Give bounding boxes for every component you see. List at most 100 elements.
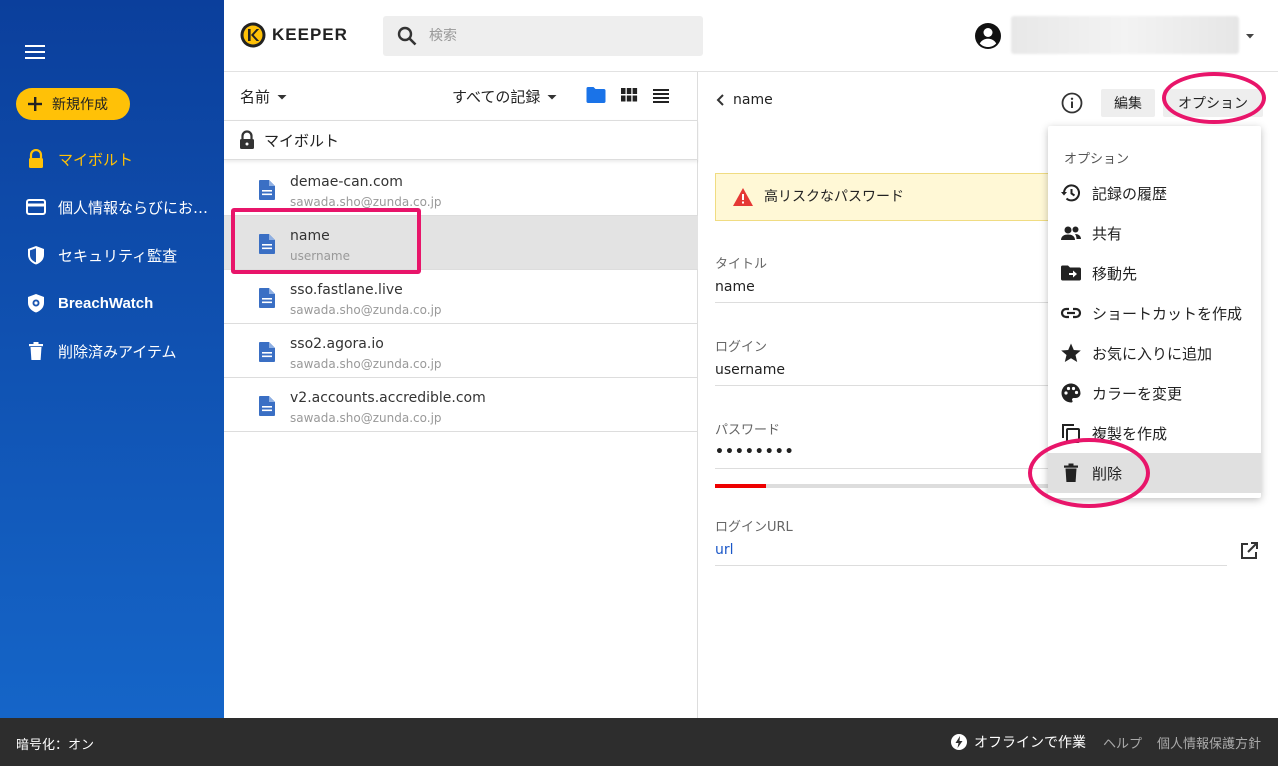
filter-dropdown[interactable]: すべての記録	[452, 86, 558, 107]
menu-item-move[interactable]: 移動先	[1048, 253, 1261, 293]
search-bar[interactable]	[383, 16, 703, 56]
options-menu-header: オプション	[1064, 152, 1130, 167]
new-record-button[interactable]: 新規作成	[16, 88, 130, 120]
record-title: sso.fastlane.live	[290, 282, 403, 298]
document-icon	[258, 179, 278, 201]
password-strength-bar	[715, 484, 1055, 488]
password-field-value[interactable]: ••••••••	[715, 444, 795, 460]
menu-item-label: 共有	[1092, 224, 1123, 243]
shield-icon	[26, 245, 46, 265]
menu-item-label: 移動先	[1092, 264, 1138, 283]
sidebar-item-security-audit[interactable]: セキュリティ監査	[0, 235, 224, 275]
warning-text: 高リスクなパスワード	[764, 189, 904, 205]
keeper-logo-icon	[240, 22, 266, 48]
footer-bar: 暗号化：オン オフラインで作業 ヘルプ 個人情報保護方針	[0, 718, 1278, 766]
record-list-panel: 名前 すべての記録 マイボルト demae-can.com sawada.sho@…	[224, 72, 698, 718]
url-field-label: ログインURL	[715, 520, 793, 535]
sidebar-item-label: マイボルト	[58, 150, 134, 169]
folder-view-icon[interactable]	[586, 86, 606, 104]
palette-icon	[1060, 382, 1082, 404]
keeper-logo: KEEPER	[240, 22, 348, 48]
sort-dropdown[interactable]: 名前	[240, 86, 288, 107]
menu-item-label: ショートカットを作成	[1092, 304, 1243, 323]
sort-label: 名前	[240, 88, 271, 106]
open-external-icon[interactable]	[1239, 541, 1259, 561]
record-subtitle: sawada.sho@zunda.co.jp	[290, 357, 442, 371]
sidebar-item-personal-info[interactable]: 個人情報ならびにお支払い	[0, 187, 224, 227]
top-bar: KEEPER	[224, 0, 1278, 72]
warning-icon	[732, 187, 754, 207]
menu-item-share[interactable]: 共有	[1048, 213, 1261, 253]
share-people-icon	[1060, 222, 1082, 244]
login-field-value[interactable]: username	[715, 362, 785, 378]
list-header: 名前 すべての記録	[224, 72, 698, 120]
move-folder-icon	[1060, 262, 1082, 284]
account-email-blurred[interactable]	[1011, 16, 1239, 54]
caret-down-icon	[276, 91, 288, 103]
vault-label: マイボルト	[264, 131, 340, 150]
login-field-label: ログイン	[715, 340, 768, 355]
trash-icon	[26, 341, 46, 361]
bolt-icon	[950, 733, 968, 751]
menu-icon[interactable]	[24, 42, 48, 62]
filter-label: すべての記録	[452, 88, 541, 106]
new-record-label: 新規作成	[52, 97, 108, 113]
list-view-icon[interactable]	[652, 86, 670, 104]
search-icon	[397, 26, 417, 46]
sidebar-item-deleted[interactable]: 削除済みアイテム	[0, 331, 224, 371]
record-row[interactable]: sso2.agora.io sawada.sho@zunda.co.jp	[224, 324, 698, 378]
record-title: v2.accounts.accredible.com	[290, 390, 486, 406]
record-row[interactable]: v2.accounts.accredible.com sawada.sho@zun…	[224, 378, 698, 432]
menu-item-label: カラーを変更	[1092, 384, 1183, 403]
encryption-status: 暗号化：オン	[16, 738, 95, 753]
view-toggle-group	[586, 86, 670, 104]
help-link[interactable]: ヘルプ	[1103, 733, 1142, 752]
record-title: demae-can.com	[290, 174, 403, 190]
url-field-value[interactable]: url	[715, 542, 734, 558]
password-strength-fill	[715, 484, 766, 488]
grid-view-icon[interactable]	[620, 86, 638, 104]
link-icon	[1060, 302, 1082, 324]
highlight-selected-record	[231, 208, 421, 274]
lock-icon	[238, 130, 256, 150]
record-subtitle: sawada.sho@zunda.co.jp	[290, 411, 442, 425]
search-input[interactable]	[429, 28, 679, 44]
account-icon[interactable]	[974, 22, 1002, 50]
edit-button[interactable]: 編集	[1101, 89, 1155, 117]
sidebar-item-breachwatch[interactable]: BreachWatch	[0, 283, 224, 323]
record-name: name	[733, 92, 773, 108]
highlight-options-button	[1162, 72, 1266, 124]
record-row[interactable]: sso.fastlane.live sawada.sho@zunda.co.jp	[224, 270, 698, 324]
star-icon	[1060, 342, 1082, 364]
privacy-policy-link[interactable]: 個人情報保護方針	[1157, 733, 1261, 752]
menu-item-change-color[interactable]: カラーを変更	[1048, 373, 1261, 413]
offline-label: オフラインで作業	[974, 735, 1086, 751]
sidebar-item-label: 個人情報ならびにお支払い	[58, 198, 218, 217]
divider	[715, 565, 1227, 566]
menu-item-favorite[interactable]: お気に入りに追加	[1048, 333, 1261, 373]
chevron-left-icon	[715, 93, 725, 107]
plus-icon	[26, 95, 44, 113]
breachwatch-icon	[26, 293, 46, 313]
record-subtitle: sawada.sho@zunda.co.jp	[290, 303, 442, 317]
menu-item-history[interactable]: 記録の履歴	[1048, 173, 1261, 213]
sidebar-item-label: BreachWatch	[58, 294, 154, 312]
menu-item-shortcut[interactable]: ショートカットを作成	[1048, 293, 1261, 333]
lock-icon	[26, 149, 46, 169]
account-dropdown-icon[interactable]	[1244, 30, 1256, 42]
document-icon	[258, 395, 278, 417]
title-field-value: name	[715, 279, 755, 295]
menu-item-label: お気に入りに追加	[1092, 344, 1213, 363]
sidebar: 新規作成 マイボルト 個人情報ならびにお支払い セキュリティ監査 BreachW…	[0, 0, 224, 718]
back-button[interactable]: name	[715, 92, 773, 108]
sidebar-item-my-vault[interactable]: マイボルト	[0, 139, 224, 179]
info-icon[interactable]	[1061, 92, 1083, 114]
vault-folder-row[interactable]: マイボルト	[224, 120, 698, 160]
sidebar-item-label: 削除済みアイテム	[58, 342, 177, 361]
password-field-label: パスワード	[715, 423, 781, 438]
high-risk-password-warning: 高リスクなパスワード	[715, 173, 1055, 221]
document-icon	[258, 287, 278, 309]
history-icon	[1060, 182, 1082, 204]
record-title: sso2.agora.io	[290, 336, 384, 352]
offline-mode-button[interactable]: オフラインで作業	[950, 732, 1086, 752]
